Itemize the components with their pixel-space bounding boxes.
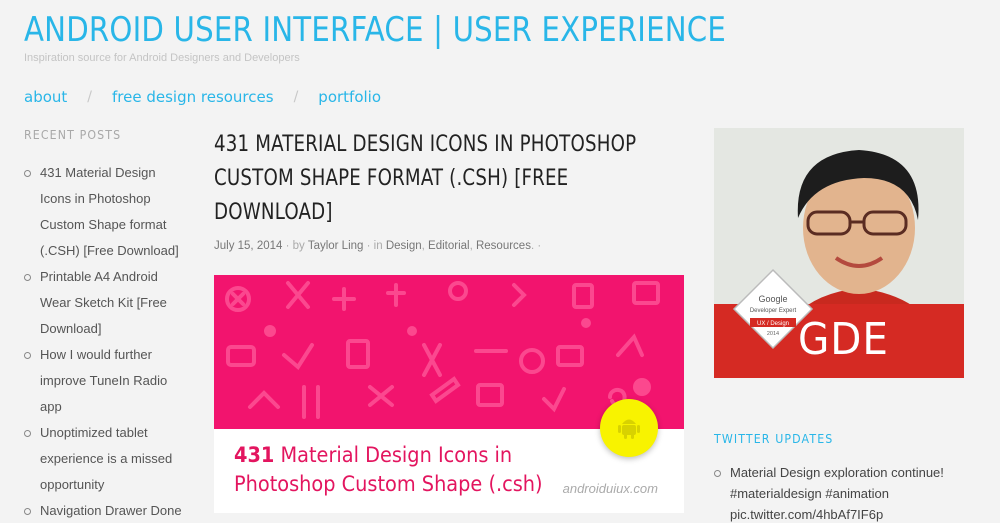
android-fab [600, 399, 658, 457]
in-label: in [373, 240, 383, 252]
by-label: by [292, 240, 305, 252]
post-meta: July 15, 2014 · by Taylor Ling · in Desi… [214, 240, 684, 252]
nav-separator: / [87, 89, 92, 105]
nav-item-portfolio[interactable]: portfolio [318, 88, 381, 106]
badge-text: 2014 [767, 331, 779, 337]
android-icon [618, 419, 640, 439]
sidebar-left: RECENT POSTS 431 Material Design Icons i… [24, 128, 189, 523]
nav-item-about[interactable]: about [24, 88, 67, 106]
site-tagline: Inspiration source for Android Designers… [24, 52, 300, 64]
recent-posts-title: RECENT POSTS [24, 128, 122, 142]
recent-post-link[interactable]: Printable A4 Android Wear Sketch Kit [Fr… [40, 269, 167, 336]
banner-headline-line2: Photoshop Custom Shape (.csh) [234, 472, 543, 496]
post-author-link[interactable]: Taylor Ling [308, 240, 364, 252]
badge-text: Developer Expert [750, 308, 797, 314]
category-link-design[interactable]: Design [386, 240, 422, 252]
meta-separator: · [366, 240, 374, 252]
main-navigation: about / free design resources / portfoli… [24, 88, 381, 106]
twitter-updates-title: TWITTER UPDATES [714, 432, 834, 446]
tweet-list: Material Design exploration continue! #m… [714, 462, 964, 523]
banner-site-label: androiduiux.com [562, 481, 658, 496]
post-featured-image[interactable]: 431 Material Design Icons in Photoshop C… [214, 275, 684, 513]
recent-post-link[interactable]: Navigation Drawer Done [40, 503, 182, 518]
list-item: How I would further improve TuneIn Radio… [24, 342, 189, 420]
recent-post-link[interactable]: Unoptimized tablet experience is a misse… [40, 425, 172, 492]
list-item: 431 Material Design Icons in Photoshop C… [24, 160, 189, 264]
sidebar-right: Google Developer Expert UX / Design 2014… [714, 128, 964, 523]
list-item: Printable A4 Android Wear Sketch Kit [Fr… [24, 264, 189, 342]
main-content: 431 MATERIAL DESIGN ICONS IN PHOTOSHOP C… [214, 128, 684, 513]
recent-post-link[interactable]: How I would further improve TuneIn Radio… [40, 347, 167, 414]
tweet-text: Material Design exploration continue! [730, 465, 944, 480]
tweet-link[interactable]: pic.twitter.com/4hbAf7IF6p [730, 504, 964, 523]
recent-posts-list: 431 Material Design Icons in Photoshop C… [24, 160, 189, 523]
meta-separator: · [285, 240, 293, 252]
badge-text: Google [758, 294, 787, 304]
tweet-hashtags[interactable]: #materialdesign #animation [730, 483, 964, 504]
list-item: Material Design exploration continue! #m… [714, 462, 964, 523]
site-title[interactable]: ANDROID USER INTERFACE | USER EXPERIENCE [24, 10, 726, 50]
category-link-editorial[interactable]: Editorial [428, 240, 470, 252]
banner-headline-number: 431 [234, 443, 275, 467]
category-link-resources[interactable]: Resources [476, 240, 531, 252]
gde-label: GDE [798, 314, 889, 365]
nav-separator: / [293, 89, 299, 105]
banner-headline-line1: Material Design Icons in [274, 443, 513, 467]
post-date[interactable]: July 15, 2014 [214, 240, 282, 252]
list-item: Unoptimized tablet experience is a misse… [24, 420, 189, 498]
profile-photo[interactable]: Google Developer Expert UX / Design 2014… [714, 128, 964, 378]
nav-item-free-design-resources[interactable]: free design resources [112, 88, 274, 106]
list-item: Navigation Drawer Done [24, 498, 189, 523]
banner-headline: 431 Material Design Icons in Photoshop C… [234, 441, 543, 499]
post-title[interactable]: 431 MATERIAL DESIGN ICONS IN PHOTOSHOP C… [214, 128, 683, 230]
meta-trailing: . · [530, 240, 542, 252]
badge-text: UX / Design [757, 321, 789, 327]
recent-post-link[interactable]: 431 Material Design Icons in Photoshop C… [40, 165, 179, 258]
